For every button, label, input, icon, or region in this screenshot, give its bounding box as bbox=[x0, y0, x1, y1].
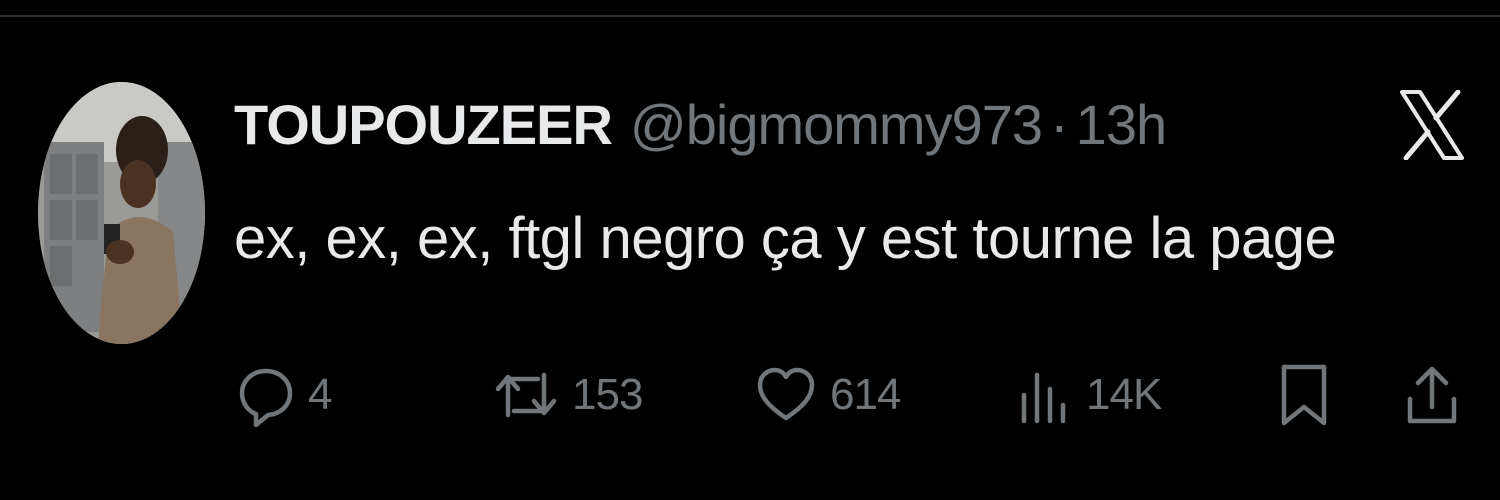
comment-bubble-icon bbox=[239, 368, 293, 427]
avatar[interactable] bbox=[38, 82, 205, 344]
tweet-text: ex, ex, ex, ftgl negro ça y est tourne l… bbox=[234, 206, 1337, 271]
top-divider bbox=[0, 0, 1500, 17]
repost-count: 153 bbox=[572, 370, 643, 419]
views-button[interactable]: 14K bbox=[1018, 355, 1162, 435]
bookmark-button[interactable] bbox=[1278, 355, 1330, 435]
repost-button[interactable]: 153 bbox=[494, 355, 643, 435]
reply-count: 4 bbox=[308, 370, 333, 419]
like-button[interactable]: 614 bbox=[756, 355, 901, 435]
repost-arrows-icon bbox=[495, 372, 557, 418]
display-name[interactable]: TOUPOUZEER bbox=[234, 92, 613, 157]
heart-icon bbox=[757, 367, 815, 421]
user-handle[interactable]: @bigmommy973 bbox=[630, 92, 1043, 157]
like-count: 614 bbox=[830, 370, 901, 419]
separator-dot: · bbox=[1050, 92, 1069, 156]
action-bar: 4 153 614 14K bbox=[0, 355, 1500, 435]
view-count: 14K bbox=[1086, 370, 1162, 419]
reply-button[interactable]: 4 bbox=[238, 355, 333, 435]
bookmark-icon bbox=[1281, 364, 1327, 426]
share-upload-icon bbox=[1407, 366, 1457, 424]
avatar-photo bbox=[38, 82, 205, 344]
timestamp[interactable]: 13h bbox=[1076, 92, 1167, 157]
share-button[interactable] bbox=[1404, 355, 1460, 435]
tweet-header: TOUPOUZEER @bigmommy973 · 13h bbox=[234, 84, 1167, 164]
x-logo-icon bbox=[1400, 90, 1464, 160]
bar-chart-icon bbox=[1021, 372, 1066, 424]
